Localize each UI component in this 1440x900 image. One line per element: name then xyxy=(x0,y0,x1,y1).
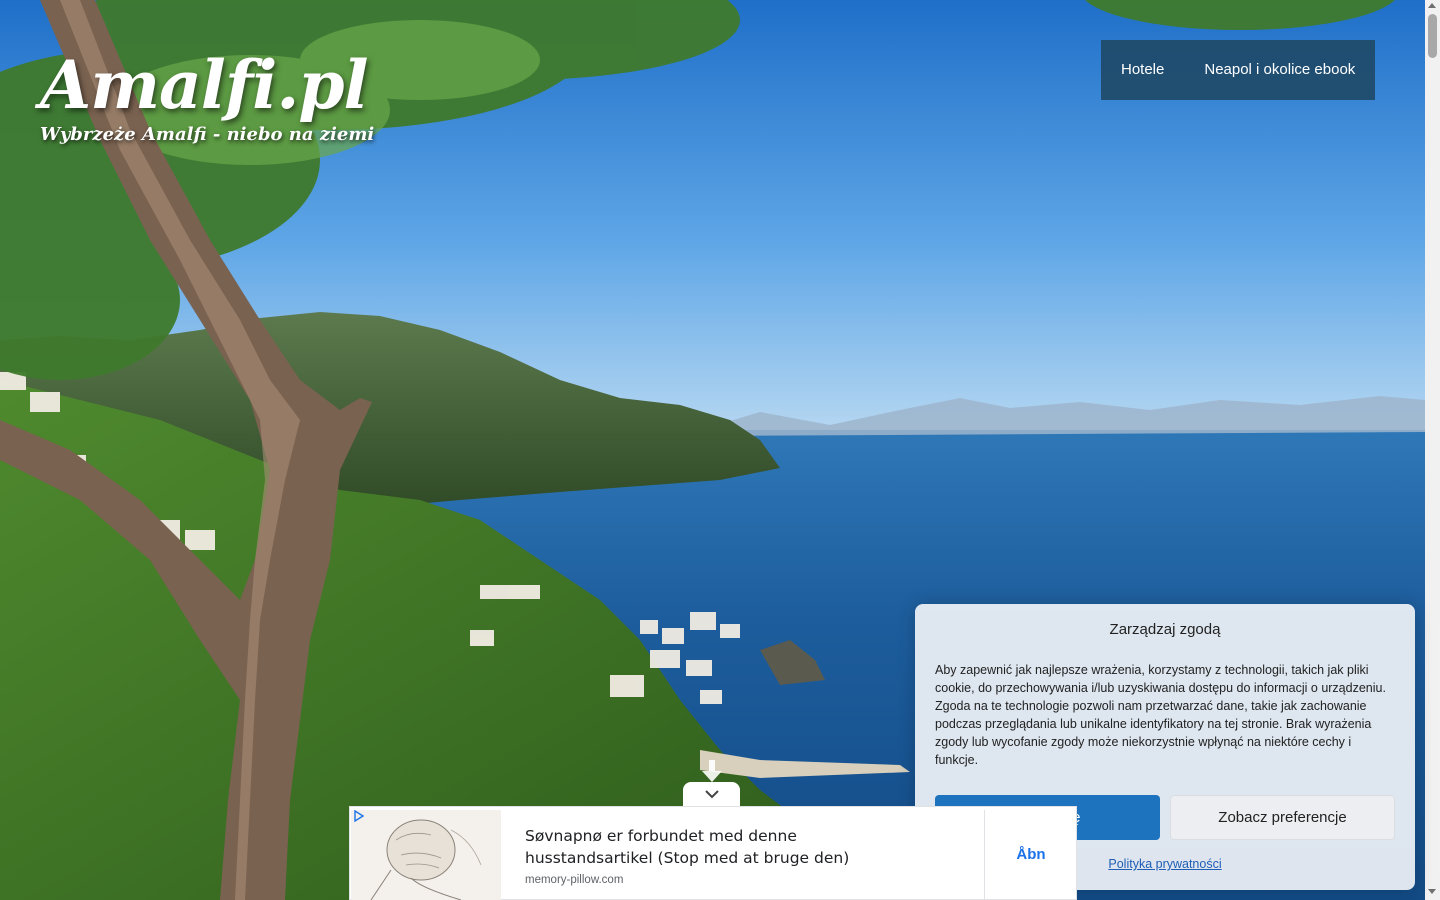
arrow-down-icon xyxy=(702,760,722,782)
ad-image[interactable] xyxy=(351,810,501,900)
ad-source-domain: memory-pillow.com xyxy=(525,874,624,886)
scroll-up-arrow-icon[interactable] xyxy=(1428,3,1436,8)
consent-description: Aby zapewnić jak najlepsze wrażenia, kor… xyxy=(935,663,1386,767)
sleeping-person-illustration xyxy=(351,810,501,900)
ad-open-button[interactable]: Åbn xyxy=(985,810,1077,900)
chevron-down-icon xyxy=(705,790,719,799)
nav-item-hotele[interactable]: Hotele xyxy=(1101,40,1184,100)
view-preferences-button[interactable]: Zobacz preferencje xyxy=(1170,795,1395,840)
scroll-thumb[interactable] xyxy=(1428,14,1437,58)
ad-collapse-button[interactable] xyxy=(683,782,740,808)
scroll-down-arrow-icon[interactable] xyxy=(1428,889,1436,894)
site-title[interactable]: Amalfi.pl xyxy=(40,46,374,124)
consent-title: Zarządzaj zgodą xyxy=(1109,621,1221,638)
ad-choices-icon[interactable] xyxy=(353,810,365,822)
site-tagline: Wybrzeże Amalfi - niebo na ziemi xyxy=(40,124,375,145)
page-scrollbar[interactable] xyxy=(1425,0,1440,900)
ad-headline[interactable]: Søvnapnø er forbundet med denne husstand… xyxy=(525,825,925,869)
site-branding: Amalfi.pl Wybrzeże Amalfi - niebo na zie… xyxy=(40,46,374,145)
nav-item-neapol-ebook[interactable]: Neapol i okolice ebook xyxy=(1184,40,1375,100)
bottom-ad-banner[interactable]: Søvnapnø er forbundet med denne husstand… xyxy=(349,806,1077,900)
main-nav: Hotele Neapol i okolice ebook xyxy=(1101,40,1376,100)
